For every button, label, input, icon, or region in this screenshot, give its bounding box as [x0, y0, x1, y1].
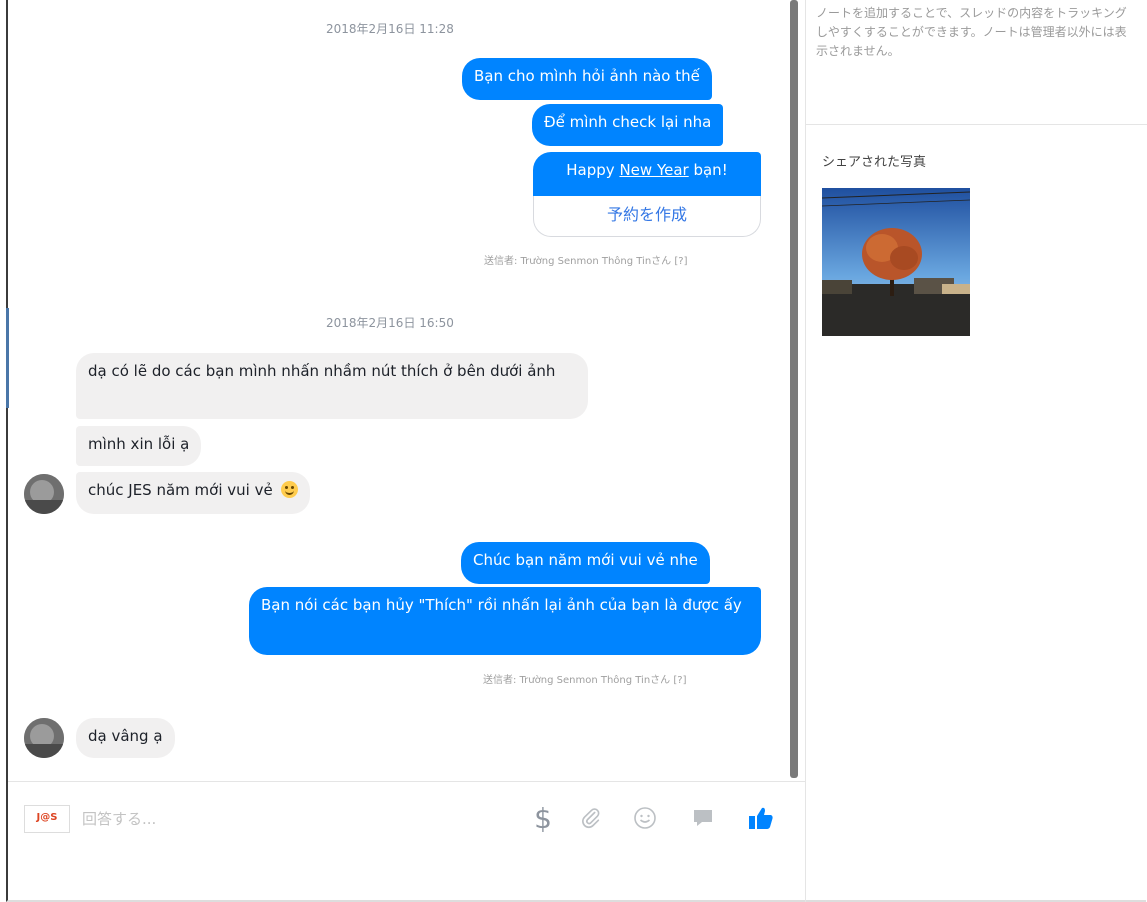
- timestamp: 2018年2月16日 16:50: [326, 316, 454, 330]
- smiley-icon[interactable]: [628, 798, 662, 838]
- message-outgoing[interactable]: Để mình check lại nha: [532, 104, 724, 146]
- shared-photo[interactable]: [822, 188, 970, 336]
- message-incoming[interactable]: dạ vâng ạ: [76, 718, 175, 758]
- thread-accent-bar: [6, 308, 9, 408]
- contact-avatar[interactable]: [24, 474, 64, 514]
- message-text: Happy: [566, 161, 620, 179]
- message-incoming[interactable]: dạ có lẽ do các bạn mình nhấn nhầm nút t…: [76, 353, 588, 419]
- message-incoming[interactable]: chúc JES năm mới vui vẻ: [76, 472, 311, 514]
- notes-hint: ノートを追加することで、スレッドの内容をトラッキングしやすくすることができます。…: [816, 6, 1127, 58]
- thumbs-up-icon[interactable]: [744, 798, 778, 838]
- smile-emoji-icon: [281, 481, 299, 498]
- timestamp: 2018年2月16日 11:28: [326, 22, 454, 36]
- message-outgoing[interactable]: Chúc bạn năm mới vui vẻ nhe: [461, 542, 710, 584]
- message-incoming[interactable]: mình xin lỗi ạ: [76, 426, 202, 466]
- message-text: chúc JES năm mới vui vẻ: [88, 481, 273, 499]
- message-text: bạn!: [688, 161, 728, 179]
- paperclip-icon[interactable]: [574, 798, 608, 838]
- reply-input[interactable]: [80, 806, 484, 832]
- sidebar-separator: [806, 124, 1147, 125]
- sender-label: 送信者: Trường Senmon Thông Tinさん [?]: [483, 675, 687, 686]
- conversation-panel[interactable]: 2018年2月16日 11:28 Bạn cho mình hỏi ảnh nà…: [8, 0, 796, 780]
- new-year-link[interactable]: New Year: [619, 161, 688, 179]
- contact-avatar[interactable]: [24, 718, 64, 758]
- page-logo: J@S: [24, 805, 70, 833]
- composer-divider: [8, 781, 805, 782]
- chat-icon[interactable]: [686, 798, 720, 838]
- shared-photos-title: シェアされた写真: [822, 155, 927, 170]
- message-outgoing[interactable]: Bạn nói các bạn hủy "Thích" rồi nhấn lại…: [249, 587, 761, 655]
- sender-label: 送信者: Trường Senmon Thông Tinさん [?]: [484, 256, 688, 267]
- create-reservation-button[interactable]: 予約を作成: [533, 196, 761, 237]
- chat-scrollbar[interactable]: [790, 0, 798, 778]
- message-outgoing-card[interactable]: Happy New Year bạn!: [533, 152, 761, 196]
- info-sidebar: ノートを追加することで、スレッドの内容をトラッキングしやすくすることができます。…: [806, 0, 1147, 902]
- dollar-icon[interactable]: $: [526, 798, 560, 838]
- message-outgoing[interactable]: Bạn cho mình hỏi ảnh nào thế: [462, 58, 712, 100]
